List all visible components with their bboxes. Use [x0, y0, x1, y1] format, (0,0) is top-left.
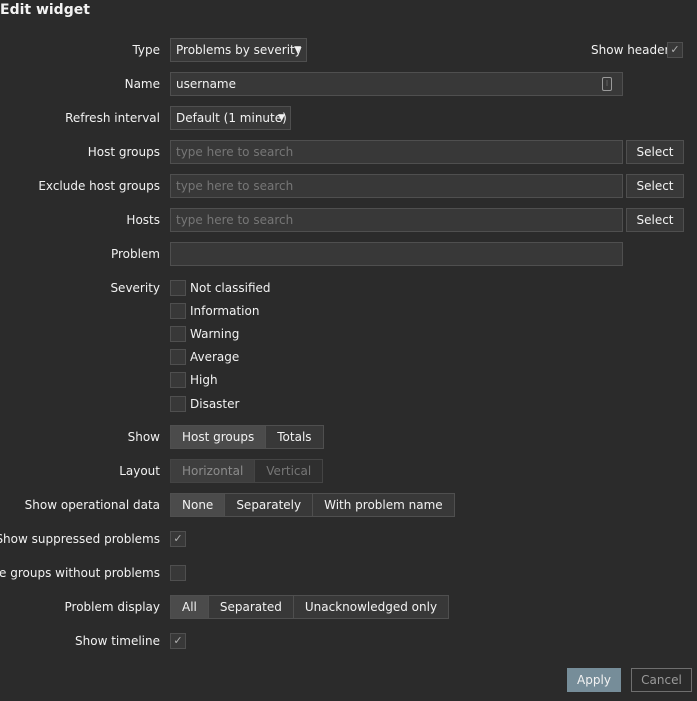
show-suppressed-checkbox[interactable]: ✓ [170, 531, 186, 547]
hosts-select-button[interactable]: Select [626, 208, 684, 232]
chevron-down-icon: ▼ [294, 45, 301, 55]
layout-label: Layout [119, 464, 160, 478]
chevron-down-icon: ▼ [278, 113, 285, 123]
layout-option-vertical: Vertical [254, 459, 324, 483]
edit-widget-dialog: Edit widget ^ Type Problems by severity … [0, 0, 697, 701]
host-groups-input[interactable]: type here to search [170, 140, 623, 164]
name-label: Name [124, 77, 160, 91]
operational-data-toggle: None Separately With problem name [170, 493, 455, 517]
show-timeline-label: Show timeline [75, 634, 160, 648]
checkmark-icon: ✓ [670, 43, 680, 56]
name-input[interactable]: username ⁝ [170, 72, 623, 96]
name-input-value: username [176, 77, 236, 91]
checkmark-icon: ✓ [173, 532, 183, 545]
user-card-icon: ⁝ [602, 77, 612, 91]
problem-label: Problem [110, 247, 160, 261]
layout-option-horizontal: Horizontal [170, 459, 256, 483]
show-option-totals[interactable]: Totals [265, 425, 324, 449]
dialog-title: Edit widget [0, 2, 90, 18]
severity-checkbox-information[interactable] [170, 303, 186, 319]
hosts-label: Hosts [126, 213, 160, 227]
operational-data-option-separately[interactable]: Separately [224, 493, 314, 517]
type-select[interactable]: Problems by severity ▼ [170, 38, 307, 62]
hide-groups-checkbox[interactable] [170, 565, 186, 581]
severity-label-warning: Warning [190, 327, 240, 341]
show-timeline-checkbox[interactable]: ✓ [170, 633, 186, 649]
refresh-interval-value: Default (1 minute) [176, 111, 287, 125]
severity-checkbox-not-classified[interactable] [170, 280, 186, 296]
problem-display-label: Problem display [64, 600, 160, 614]
host-groups-select-button[interactable]: Select [626, 140, 684, 164]
severity-label-average: Average [190, 350, 240, 364]
severity-checkbox-disaster[interactable] [170, 396, 186, 412]
severity-checkbox-high[interactable] [170, 372, 186, 388]
close-icon[interactable]: ^ [681, 0, 695, 8]
type-label: Type [132, 43, 160, 57]
exclude-host-groups-label: Exclude host groups [38, 179, 160, 193]
show-header-label: Show header [591, 43, 670, 57]
show-toggle: Host groups Totals [170, 425, 324, 449]
hosts-input[interactable]: type here to search [170, 208, 623, 232]
show-header-checkbox[interactable]: ✓ [667, 42, 683, 58]
show-label: Show [127, 430, 160, 444]
severity-checkbox-warning[interactable] [170, 326, 186, 342]
severity-label: Severity [110, 281, 160, 295]
checkmark-icon: ✓ [173, 634, 183, 647]
severity-label-information: Information [190, 304, 260, 318]
operational-data-option-none[interactable]: None [170, 493, 226, 517]
host-groups-label: Host groups [87, 145, 160, 159]
show-option-host-groups[interactable]: Host groups [170, 425, 267, 449]
hosts-placeholder: type here to search [176, 213, 294, 227]
exclude-host-groups-placeholder: type here to search [176, 179, 294, 193]
exclude-host-groups-input[interactable]: type here to search [170, 174, 623, 198]
type-select-value: Problems by severity [176, 43, 302, 57]
host-groups-placeholder: type here to search [176, 145, 294, 159]
severity-label-high: High [190, 373, 218, 387]
exclude-host-groups-select-button[interactable]: Select [626, 174, 684, 198]
severity-label-disaster: Disaster [190, 397, 240, 411]
severity-checkbox-average[interactable] [170, 349, 186, 365]
apply-button[interactable]: Apply [567, 668, 621, 692]
hide-groups-label: Hide groups without problems [0, 566, 160, 580]
problem-input[interactable] [170, 242, 623, 266]
cancel-button[interactable]: Cancel [631, 668, 692, 692]
layout-toggle: Horizontal Vertical [170, 459, 324, 483]
problem-display-option-separated[interactable]: Separated [207, 595, 294, 619]
problem-display-option-all[interactable]: All [170, 595, 209, 619]
problem-display-toggle: All Separated Unacknowledged only [170, 595, 450, 619]
operational-data-label: Show operational data [24, 498, 160, 512]
refresh-interval-label: Refresh interval [65, 111, 160, 125]
severity-label-not-classified: Not classified [190, 281, 271, 295]
refresh-interval-select[interactable]: Default (1 minute) ▼ [170, 106, 291, 130]
show-suppressed-label: Show suppressed problems [0, 532, 160, 546]
operational-data-option-with-problem-name[interactable]: With problem name [312, 493, 455, 517]
problem-display-option-unacknowledged-only[interactable]: Unacknowledged only [292, 595, 450, 619]
